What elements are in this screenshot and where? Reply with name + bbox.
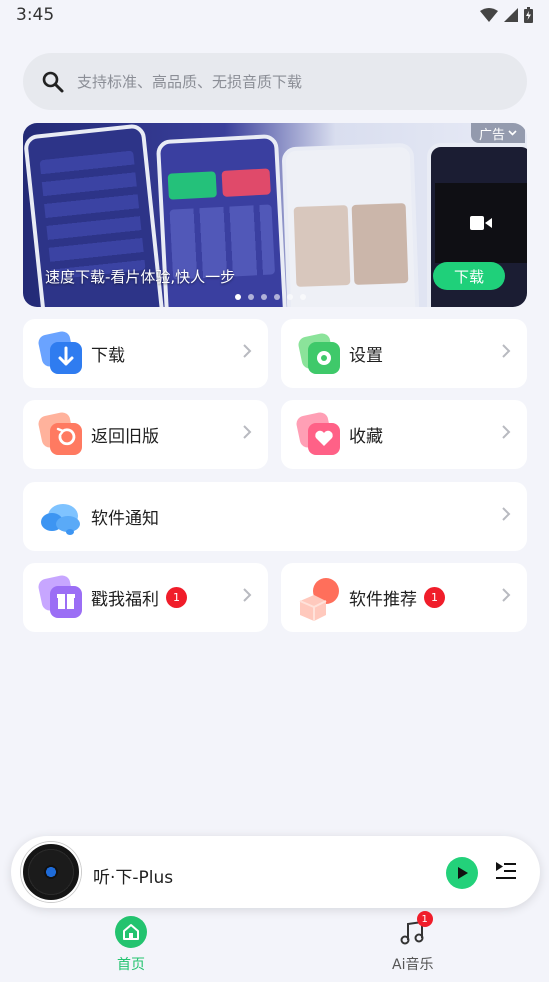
- favorites-label: 收藏: [349, 427, 383, 447]
- undo-icon: [38, 412, 82, 455]
- carousel-dot[interactable]: [248, 294, 254, 300]
- welfare-badge: 1: [166, 587, 187, 608]
- banner-phone-image: [281, 142, 421, 307]
- carousel-dots: [235, 294, 306, 300]
- status-icons: [480, 7, 533, 23]
- chevron-right-icon: [502, 344, 511, 358]
- notice-label: 软件通知: [91, 509, 159, 529]
- status-bar: 3:45: [0, 0, 549, 30]
- heart-icon: [296, 412, 340, 455]
- wifi-icon: [480, 8, 498, 22]
- carousel-dot[interactable]: [235, 294, 241, 300]
- gear-icon: [298, 333, 340, 374]
- recommend-card[interactable]: 软件推荐 1: [281, 563, 527, 632]
- chevron-right-icon: [502, 425, 511, 439]
- chevron-right-icon: [243, 344, 252, 358]
- box-icon: [299, 578, 339, 621]
- play-icon: [458, 867, 468, 879]
- tab-home-label: 首页: [117, 957, 145, 973]
- tab-home[interactable]: 首页: [115, 916, 147, 974]
- chevron-right-icon: [243, 588, 252, 602]
- download-card[interactable]: 下载: [23, 319, 268, 388]
- settings-label: 设置: [349, 346, 383, 366]
- carousel-dot[interactable]: [300, 294, 306, 300]
- banner-download-button[interactable]: 下载: [433, 262, 505, 290]
- chevron-right-icon: [502, 588, 511, 602]
- settings-card[interactable]: 设置: [281, 319, 527, 388]
- chevron-right-icon: [502, 507, 511, 521]
- playlist-icon[interactable]: [495, 860, 517, 882]
- player-title: 听·下-Plus: [93, 868, 174, 888]
- tab-ai-music-label: Ai音乐: [392, 957, 434, 973]
- home-icon: [115, 916, 147, 948]
- search-icon: [42, 71, 64, 92]
- ad-tag-label: 广告: [478, 127, 505, 143]
- welfare-label: 戳我福利: [91, 590, 159, 610]
- download-label: 下载: [91, 346, 125, 366]
- chevron-down-icon: [508, 130, 517, 136]
- old-version-label: 返回旧版: [91, 427, 159, 447]
- status-time: 3:45: [16, 5, 55, 25]
- carousel-dot[interactable]: [274, 294, 280, 300]
- search-bar[interactable]: 支持标准、高品质、无损音质下载: [23, 53, 527, 110]
- old-version-card[interactable]: 返回旧版: [23, 400, 268, 469]
- notice-card[interactable]: 软件通知: [23, 482, 527, 551]
- ad-tag[interactable]: 广告: [470, 123, 525, 143]
- ai-music-badge: 1: [416, 911, 433, 927]
- signal-icon: [504, 8, 518, 22]
- music-icon-wrap: 1: [397, 911, 433, 948]
- chevron-right-icon: [243, 425, 252, 439]
- album-disc[interactable]: [21, 842, 81, 902]
- search-placeholder: 支持标准、高品质、无损音质下载: [77, 73, 303, 91]
- video-icon: [470, 216, 492, 230]
- download-icon: [38, 331, 82, 374]
- cloud-icon: [41, 504, 80, 535]
- battery-icon: [524, 7, 533, 23]
- recommend-label: 软件推荐: [349, 590, 417, 610]
- banner-caption: 速度下载-看片体验,快人一步: [45, 268, 236, 286]
- mini-player[interactable]: 听·下-Plus: [11, 836, 540, 908]
- bottom-tab-bar: 首页 1 Ai音乐: [0, 910, 549, 982]
- tab-ai-music[interactable]: 1 Ai音乐: [392, 911, 434, 974]
- carousel-dot[interactable]: [287, 294, 293, 300]
- recommend-badge: 1: [424, 587, 445, 608]
- welfare-card[interactable]: 戳我福利 1: [23, 563, 268, 632]
- favorites-card[interactable]: 收藏: [281, 400, 527, 469]
- play-button[interactable]: [446, 857, 478, 889]
- gift-icon: [38, 575, 82, 618]
- ad-banner[interactable]: 广告 速度下载-看片体验,快人一步 下载: [23, 123, 527, 307]
- carousel-dot[interactable]: [261, 294, 267, 300]
